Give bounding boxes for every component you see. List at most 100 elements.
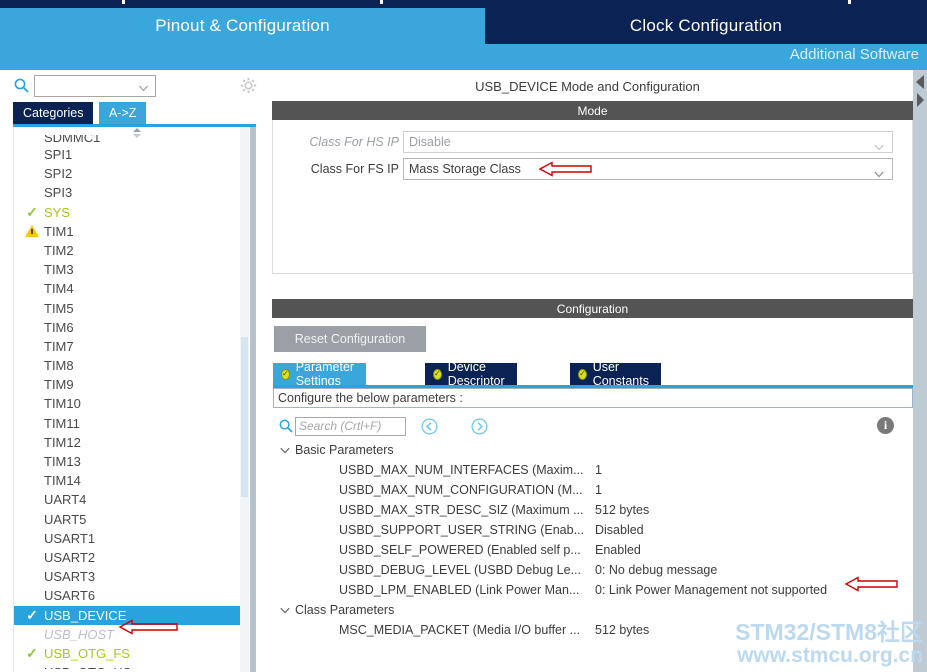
sidebar-item-tim2[interactable]: TIM2 (14, 241, 242, 260)
sidebar-tab-a-to-z[interactable]: A->Z (99, 102, 147, 124)
tab-clock-configuration[interactable]: Clock Configuration (485, 8, 927, 44)
sidebar-item-tim11[interactable]: TIM11 (14, 414, 242, 433)
sidebar-item-uart5[interactable]: UART5 (14, 510, 242, 529)
parameter-value[interactable]: Enabled (595, 540, 641, 560)
tab-parameter-settings[interactable]: ✓ Parameter Settings (273, 360, 367, 388)
parameter-value[interactable]: 0: No debug message (595, 560, 717, 580)
gear-icon[interactable] (240, 77, 257, 94)
sidebar-item-usb-host[interactable]: USB_HOST (14, 625, 242, 644)
sidebar-splitter[interactable] (250, 127, 256, 672)
sidebar-item-tim7[interactable]: TIM7 (14, 337, 242, 356)
sidebar-item-tim12[interactable]: TIM12 (14, 433, 242, 452)
sidebar-item-label: TIM3 (44, 262, 74, 278)
parameter-value[interactable]: 1 (595, 460, 602, 480)
sidebar-item-tim4[interactable]: TIM4 (14, 279, 242, 298)
search-icon (279, 419, 293, 433)
parameter-row[interactable]: USBD_MAX_NUM_CONFIGURATION (M... 1 (273, 480, 913, 500)
class-for-hs-ip-value: Disable (409, 135, 451, 149)
parameter-row[interactable]: USBD_SUPPORT_USER_STRING (Enab... Disable… (273, 520, 913, 540)
search-previous-icon[interactable] (421, 418, 438, 435)
sidebar-item-sdmmc1[interactable]: SDMMC1 (14, 135, 242, 145)
parameter-value[interactable]: 512 bytes (595, 620, 649, 640)
parameter-row[interactable]: USBD_MAX_NUM_INTERFACES (Maxim... 1 (273, 460, 913, 480)
parameter-group-header[interactable]: Class Parameters (273, 600, 913, 620)
parameter-name: USBD_LPM_ENABLED (Link Power Man... (339, 583, 580, 597)
sidebar-item-usart6[interactable]: USART6 (14, 586, 242, 605)
sidebar-item-tim3[interactable]: TIM3 (14, 260, 242, 279)
sidebar-search-combo[interactable] (34, 75, 156, 97)
parameter-value[interactable]: 0: Link Power Management not supported (595, 580, 827, 600)
status-placeholder (24, 241, 40, 260)
class-for-fs-ip-select[interactable]: Mass Storage Class (403, 158, 893, 180)
sidebar-item-usb-device[interactable]: ✓ USB_DEVICE (14, 605, 242, 625)
sidebar-item-label: TIM11 (44, 415, 80, 431)
sidebar-item-tim13[interactable]: TIM13 (14, 452, 242, 471)
sidebar-item-label: SPI3 (44, 185, 73, 201)
parameter-search-input[interactable]: Search (Crtl+F) (295, 417, 406, 436)
tab-pinout-configuration[interactable]: Pinout & Configuration (0, 8, 485, 44)
sidebar-item-tim9[interactable]: TIM9 (14, 375, 242, 394)
tab-device-descriptor[interactable]: ✓ Device Descriptor (425, 360, 517, 388)
status-placeholder (24, 471, 40, 490)
sidebar-item-tim8[interactable]: TIM8 (14, 356, 242, 375)
status-placeholder (24, 318, 40, 337)
sidebar-item-label: UART4 (44, 492, 87, 508)
panel-scrollbar[interactable] (913, 70, 927, 672)
status-placeholder (24, 164, 40, 183)
class-for-hs-ip-select[interactable]: Disable (403, 131, 893, 153)
parameter-row[interactable]: USBD_LPM_ENABLED (Link Power Man... 0: Li… (273, 580, 913, 600)
sidebar-item-spi1[interactable]: SPI1 (14, 145, 242, 164)
sidebar-item-usart1[interactable]: USART1 (14, 529, 242, 548)
tab-user-constants[interactable]: ✓ User Constants (570, 360, 662, 388)
sidebar-item-tim10[interactable]: TIM10 (14, 394, 242, 413)
parameter-value[interactable]: 1 (595, 480, 602, 500)
sidebar-tab-categories[interactable]: Categories (13, 102, 94, 124)
reset-configuration-button[interactable]: Reset Configuration (274, 326, 426, 352)
chevron-down-icon[interactable] (279, 600, 291, 620)
strip-mark-1 (122, 0, 125, 4)
parameter-value[interactable]: 512 bytes (595, 500, 649, 520)
parameter-search-placeholder: Search (Crtl+F) (299, 419, 382, 433)
sidebar-item-label: TIM14 (44, 473, 81, 489)
chevron-right-icon[interactable] (914, 92, 926, 108)
sidebar-item-tim6[interactable]: TIM6 (14, 318, 242, 337)
status-placeholder (24, 625, 40, 644)
sidebar-item-tim14[interactable]: TIM14 (14, 471, 242, 490)
sidebar-view-mode-buttons: Categories A->Z (0, 102, 256, 124)
sidebar-item-spi2[interactable]: SPI2 (14, 164, 242, 183)
additional-software-label[interactable]: Additional Software (790, 46, 919, 63)
parameter-row[interactable]: USBD_MAX_STR_DESC_SIZ (Maximum ... 512 by… (273, 500, 913, 520)
sidebar-item-usart3[interactable]: USART3 (14, 567, 242, 586)
parameter-name: USBD_SELF_POWERED (Enabled self p... (339, 543, 581, 557)
parameter-row[interactable]: USBD_SELF_POWERED (Enabled self p... Enab… (273, 540, 913, 560)
sidebar-item-usb-otg-hs[interactable]: USB_OTG_HS (14, 663, 242, 669)
search-next-icon[interactable] (471, 418, 488, 435)
sidebar-item-label: SPI1 (44, 147, 73, 162)
chevron-down-icon[interactable] (279, 440, 291, 460)
chevron-left-icon[interactable] (914, 74, 926, 90)
check-icon: ✓ (26, 645, 38, 662)
parameter-row[interactable]: USBD_DEBUG_LEVEL (USBD Debug Le... 0: No … (273, 560, 913, 580)
parameter-area: Search (Crtl+F) i Basic Parameters USBD_… (273, 414, 913, 672)
parameter-value[interactable]: Disabled (595, 520, 644, 540)
configuration-section-header: Configuration (272, 299, 913, 318)
sidebar-item-usb-otg-fs[interactable]: ✓ USB_OTG_FS (14, 644, 242, 663)
warning-icon (24, 222, 40, 241)
sidebar-item-spi3[interactable]: SPI3 (14, 183, 242, 202)
configuration-panel: USB_DEVICE Mode and Configuration Mode C… (262, 70, 927, 672)
sidebar-item-label: TIM4 (44, 281, 74, 297)
sidebar-item-tim5[interactable]: TIM5 (14, 299, 242, 318)
info-icon[interactable]: i (877, 417, 894, 434)
strip-mark-3 (848, 0, 851, 4)
sidebar-item-tim1[interactable]: TIM1 (14, 222, 242, 241)
sidebar-item-usart2[interactable]: USART2 (14, 548, 242, 567)
sidebar-scrollbar[interactable] (240, 127, 249, 672)
tab-parameter-settings-label: Parameter Settings (295, 360, 355, 388)
status-placeholder (24, 145, 40, 164)
parameter-row[interactable]: MSC_MEDIA_PACKET (Media I/O buffer ... 51… (273, 620, 913, 640)
parameter-group-header[interactable]: Basic Parameters (273, 440, 913, 460)
sidebar-item-uart4[interactable]: UART4 (14, 490, 242, 509)
sidebar-scrollbar-thumb[interactable] (241, 337, 248, 497)
sidebar-item-sys[interactable]: ✓ SYS (14, 203, 242, 222)
class-for-fs-ip-label: Class For FS IP (310, 162, 399, 176)
